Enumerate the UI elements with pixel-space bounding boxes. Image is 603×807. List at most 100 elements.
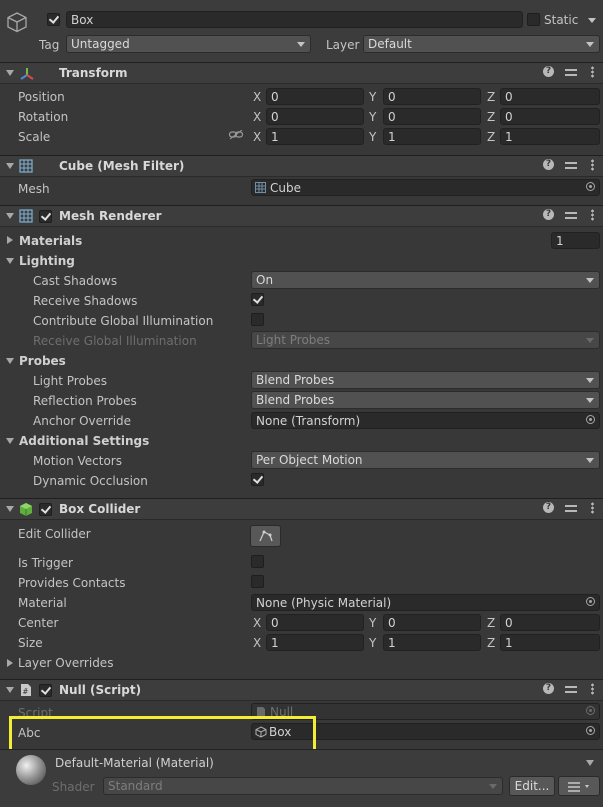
help-icon[interactable]: ?	[543, 683, 554, 694]
null-script-enabled-toggle[interactable]	[39, 684, 52, 697]
shader-label: Shader	[52, 780, 95, 794]
physic-material-value: None (Physic Material)	[256, 596, 392, 610]
reflection-probes-dropdown[interactable]: Blend Probes	[251, 391, 600, 409]
edit-collider-label: Edit Collider	[18, 527, 91, 541]
layer-dropdown[interactable]: Default	[363, 35, 600, 53]
presets-icon[interactable]	[565, 683, 577, 695]
size-y-field[interactable]: 1	[383, 634, 481, 651]
axis-y-label: Y	[369, 130, 377, 144]
gameobject-active-toggle[interactable]	[47, 13, 60, 26]
box-collider-title: Box Collider	[59, 502, 141, 516]
constrain-proportions-link-icon[interactable]	[229, 130, 243, 140]
size-z-field[interactable]: 1	[500, 634, 600, 651]
mesh-value: Cube	[270, 181, 301, 195]
object-picker-icon[interactable]	[586, 726, 595, 735]
additional-settings-label[interactable]: Additional Settings	[19, 434, 149, 448]
context-menu-icon[interactable]	[591, 502, 594, 514]
foldout-arrow-icon[interactable]	[6, 506, 14, 512]
physic-material-field[interactable]: None (Physic Material)	[251, 594, 600, 611]
probes-foldout-icon[interactable]	[6, 358, 14, 364]
box-collider-header[interactable]: Box Collider ?	[0, 498, 603, 520]
mesh-renderer-enabled-toggle[interactable]	[39, 210, 52, 223]
axis-x-label: X	[253, 636, 262, 650]
dynamic-occlusion-checkbox[interactable]	[251, 473, 264, 486]
mesh-filter-header[interactable]: Cube (Mesh Filter) ?	[0, 155, 603, 177]
center-y-field[interactable]: 0	[383, 614, 481, 631]
gameobject-name-input[interactable]: Box	[66, 11, 523, 28]
layer-overrides-foldout-icon[interactable]	[7, 659, 13, 667]
help-icon[interactable]: ?	[543, 159, 554, 170]
presets-icon[interactable]	[565, 502, 577, 514]
materials-foldout-icon[interactable]	[7, 236, 13, 244]
presets-icon[interactable]	[565, 159, 577, 171]
scale-x-field[interactable]: 1	[266, 128, 364, 145]
probes-label[interactable]: Probes	[19, 354, 66, 368]
position-z-field[interactable]: 0	[500, 88, 600, 105]
axis-z-label: Z	[487, 130, 496, 144]
rotation-x-field[interactable]: 0	[266, 108, 364, 125]
motion-vectors-dropdown[interactable]: Per Object Motion	[251, 451, 600, 469]
foldout-arrow-icon[interactable]	[6, 213, 14, 219]
transform-title: Transform	[59, 66, 128, 80]
context-menu-icon[interactable]	[591, 209, 594, 221]
anchor-override-field[interactable]: None (Transform)	[251, 412, 600, 429]
position-y-field[interactable]: 0	[383, 88, 481, 105]
is-trigger-checkbox[interactable]	[251, 555, 264, 568]
center-z-field[interactable]: 0	[500, 614, 600, 631]
contribute-gi-checkbox[interactable]	[251, 313, 264, 326]
static-toggle[interactable]	[527, 13, 540, 26]
lighting-label[interactable]: Lighting	[19, 254, 75, 268]
foldout-arrow-icon[interactable]	[6, 163, 14, 169]
scale-z-field[interactable]: 1	[500, 128, 600, 145]
rotation-z-field[interactable]: 0	[500, 108, 600, 125]
receive-gi-value: Light Probes	[256, 333, 331, 347]
additional-settings-foldout-icon[interactable]	[6, 438, 14, 444]
presets-icon[interactable]	[565, 209, 577, 221]
mesh-object-field[interactable]: Cube	[251, 179, 600, 196]
foldout-arrow-icon[interactable]	[6, 70, 14, 76]
object-picker-icon[interactable]	[586, 182, 595, 191]
null-script-header[interactable]: # Null (Script) ?	[0, 679, 603, 701]
rotation-y-field[interactable]: 0	[383, 108, 481, 125]
shader-options-button[interactable]	[558, 776, 600, 796]
static-dropdown-arrow-icon[interactable]	[588, 18, 596, 23]
rotation-label: Rotation	[18, 110, 69, 124]
scale-y-field[interactable]: 1	[383, 128, 481, 145]
material-foldout-icon[interactable]	[586, 760, 594, 766]
mesh-label: Mesh	[18, 182, 50, 196]
presets-icon[interactable]	[565, 66, 577, 78]
help-icon[interactable]: ?	[543, 502, 554, 513]
cast-shadows-dropdown[interactable]: On	[251, 271, 600, 289]
context-menu-icon[interactable]	[591, 66, 594, 78]
material-preview-sphere-icon[interactable]	[16, 755, 46, 785]
layer-overrides-label[interactable]: Layer Overrides	[18, 656, 113, 670]
size-x-field[interactable]: 1	[266, 634, 364, 651]
context-menu-icon[interactable]	[591, 683, 594, 695]
box-collider-enabled-toggle[interactable]	[39, 503, 52, 516]
context-menu-icon[interactable]	[591, 159, 594, 171]
help-icon[interactable]: ?	[543, 66, 554, 77]
materials-label[interactable]: Materials	[19, 234, 82, 248]
edit-shader-button[interactable]: Edit...	[509, 776, 555, 796]
provides-contacts-checkbox[interactable]	[251, 575, 264, 588]
transform-header[interactable]: Transform ?	[0, 62, 603, 84]
tag-dropdown[interactable]: Untagged	[66, 35, 311, 53]
materials-count-field[interactable]: 1	[551, 232, 600, 249]
lighting-foldout-icon[interactable]	[6, 258, 14, 264]
layer-value: Default	[368, 37, 412, 51]
center-x-field[interactable]: 0	[266, 614, 364, 631]
light-probes-dropdown[interactable]: Blend Probes	[251, 371, 600, 389]
light-probes-label: Light Probes	[33, 374, 108, 388]
box-collider-header-icons: ?	[543, 502, 603, 516]
receive-shadows-checkbox[interactable]	[251, 293, 264, 306]
foldout-arrow-icon[interactable]	[6, 687, 14, 693]
mesh-renderer-header[interactable]: Mesh Renderer ?	[0, 205, 603, 227]
edit-collider-button[interactable]	[250, 525, 281, 547]
position-x-field[interactable]: 0	[266, 88, 364, 105]
object-picker-icon[interactable]	[586, 415, 595, 424]
object-picker-icon[interactable]	[586, 597, 595, 606]
axis-x-label: X	[253, 110, 262, 124]
axis-x-label: X	[253, 130, 262, 144]
help-icon[interactable]: ?	[543, 209, 554, 220]
material-label: Material	[18, 596, 67, 610]
